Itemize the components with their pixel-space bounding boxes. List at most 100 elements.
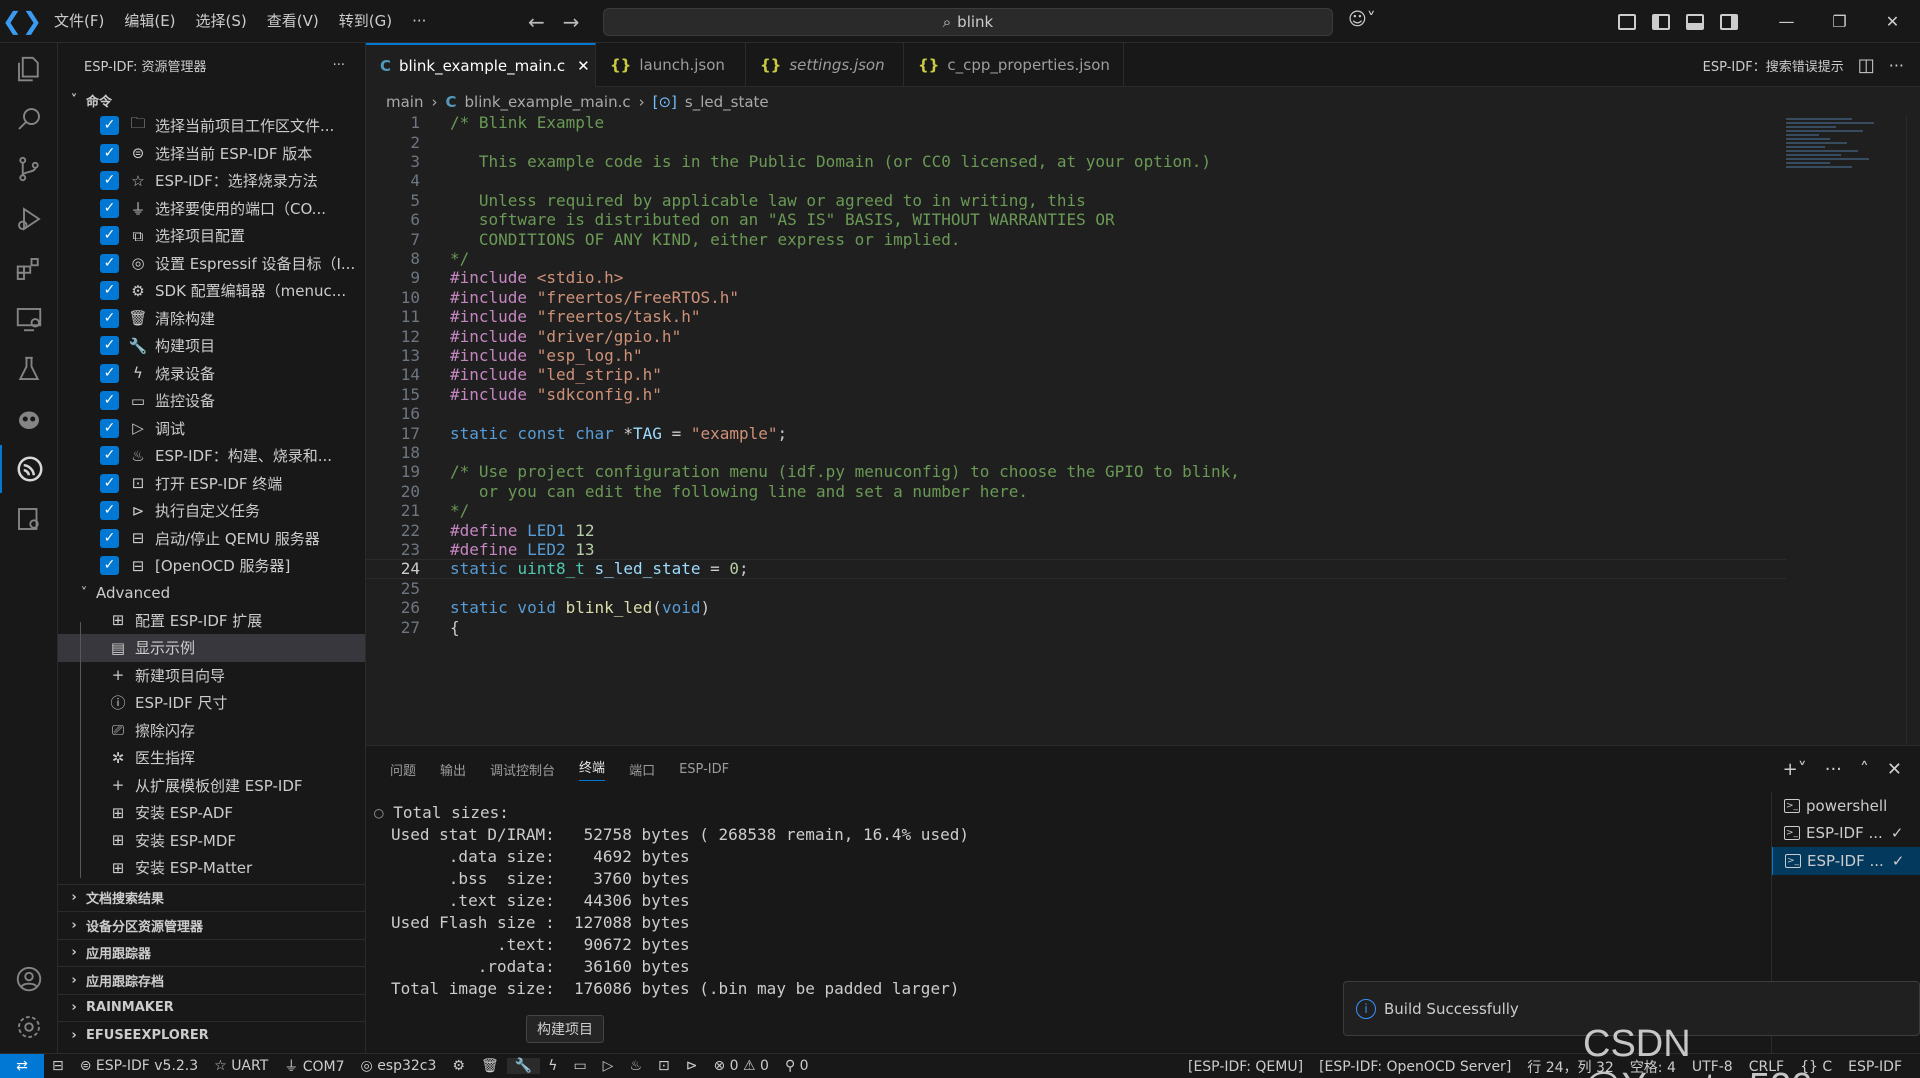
copilot-icon[interactable]: ☺˅ (1348, 9, 1376, 30)
checkbox-checked-icon[interactable]: ✓ (100, 446, 119, 466)
menu-item[interactable]: 文件(F) (44, 0, 114, 43)
remote-explorer-icon[interactable] (0, 295, 58, 343)
checkbox-checked-icon[interactable]: ✓ (100, 171, 119, 191)
checkbox-checked-icon[interactable]: ✓ (100, 143, 119, 163)
command-item[interactable]: ✓ 🗑 清除构建 (58, 305, 365, 333)
minimize-icon[interactable]: — (1760, 12, 1813, 31)
espressif-icon[interactable] (0, 445, 58, 493)
collapsed-section-header[interactable]: › EFUSEEXPLORER (58, 1021, 365, 1049)
menu-item[interactable]: ··· (402, 0, 436, 43)
search-error-hint-button[interactable]: ESP-IDF：搜索错误提示 (1703, 56, 1844, 75)
advanced-item[interactable]: ⊞ 安装 ESP-MDF (58, 827, 365, 855)
command-item[interactable]: ✓ ϟ 烧录设备 (58, 360, 365, 388)
tab-blink-example-main[interactable]: C blink_example_main.c ✕ (366, 43, 596, 87)
checkbox-checked-icon[interactable]: ✓ (100, 308, 119, 328)
problems-status[interactable]: ⊗ 0 ⚠ 0 (705, 1058, 776, 1074)
command-item[interactable]: ✓ ⊟ 启动/停止 QEMU 服务器 (58, 525, 365, 553)
command-item[interactable]: ✓ ☆ ESP-IDF：选择烧录方法 (58, 167, 365, 195)
maximize-panel-icon[interactable]: ˄ (1860, 759, 1869, 780)
more-actions-icon[interactable]: ··· (333, 58, 345, 73)
command-decoration-icon[interactable]: ○ (374, 803, 393, 822)
command-item[interactable]: ✓ ⊟ [OpenOCD 服务器] (58, 552, 365, 580)
toggle-secondary-sidebar-icon[interactable] (1720, 13, 1738, 30)
flash-status-icon[interactable]: ϟ (540, 1058, 565, 1074)
restore-icon[interactable]: ❐ (1813, 12, 1866, 31)
collapsed-section-header[interactable]: › 应用跟踪存档 (58, 966, 365, 994)
checkbox-checked-icon[interactable]: ✓ (100, 501, 119, 521)
command-item[interactable]: ✓ ⊜ 选择当前 ESP-IDF 版本 (58, 140, 365, 168)
toggle-panel-icon[interactable] (1686, 13, 1704, 30)
command-item[interactable]: ✓ ▭ 监控设备 (58, 387, 365, 415)
checkbox-checked-icon[interactable]: ✓ (100, 226, 119, 246)
alien-icon[interactable] (0, 395, 58, 443)
accounts-icon[interactable] (0, 955, 58, 1003)
breadcrumb-symbol[interactable]: s_led_state (685, 93, 769, 111)
run-debug-icon[interactable] (0, 195, 58, 243)
menu-item[interactable]: 选择(S) (186, 0, 257, 43)
checkbox-checked-icon[interactable]: ✓ (100, 528, 119, 548)
command-item[interactable]: ✓ ⧉ 选择项目配置 (58, 222, 365, 250)
advanced-item[interactable]: ⊞ 安装 ESP-ADF (58, 799, 365, 827)
custom-task-status-icon[interactable]: ⊳ (678, 1058, 706, 1074)
command-item[interactable]: ✓ ♨ ESP-IDF：构建、烧录和... (58, 442, 365, 470)
explorer-icon[interactable] (0, 45, 58, 93)
checkbox-checked-icon[interactable]: ✓ (100, 116, 119, 136)
checkbox-checked-icon[interactable]: ✓ (100, 418, 119, 438)
target-status[interactable]: ◎ esp32c3 (353, 1058, 445, 1074)
minimap[interactable] (1786, 116, 1896, 226)
breadcrumb-folder[interactable]: main (386, 93, 423, 111)
flash-method-status[interactable]: ☆ UART (206, 1058, 276, 1074)
testing-icon[interactable] (0, 345, 58, 393)
panel-tab[interactable]: 调试控制台 (490, 760, 555, 779)
terminal-instance[interactable]: >_ powershell (1772, 792, 1920, 820)
command-item[interactable]: ✓ 🔧 构建项目 (58, 332, 365, 360)
advanced-item[interactable]: ✲ 医生指挥 (58, 744, 365, 772)
checkbox-checked-icon[interactable]: ✓ (100, 253, 119, 273)
advanced-item[interactable]: ⊞ 安装 ESP-Matter (58, 854, 365, 882)
panel-tab[interactable]: 问题 (390, 760, 416, 779)
manage-gear-icon[interactable] (0, 1003, 58, 1051)
build-status-icon[interactable]: 🔧 (506, 1058, 541, 1074)
tab-launch-json[interactable]: {} launch.json (596, 43, 746, 87)
panel-tab[interactable]: 输出 (440, 760, 466, 779)
checkbox-checked-icon[interactable]: ✓ (100, 473, 119, 493)
port-status[interactable]: ⏚ COM7 (276, 1056, 352, 1076)
esp-idf-version-status[interactable]: ⊜ ESP-IDF v5.2.3 (72, 1058, 206, 1074)
command-item[interactable]: ✓ ⏚ 选择要使用的端口（CO... (58, 195, 365, 223)
command-item[interactable]: ✓ 🗀 选择当前项目工作区文件... (58, 112, 365, 140)
checkbox-checked-icon[interactable]: ✓ (100, 556, 119, 576)
terminal-instance[interactable]: >_ ESP-IDF ... ✓ (1772, 847, 1920, 875)
status-item[interactable]: [ESP-IDF: OpenOCD Server] (1311, 1059, 1519, 1075)
debug-status-icon[interactable]: ▷ (595, 1058, 622, 1074)
editor-scrollbar[interactable] (1906, 116, 1920, 744)
checkbox-checked-icon[interactable]: ✓ (100, 281, 119, 301)
extensions-activity-icon[interactable] (0, 245, 58, 293)
split-editor-icon[interactable]: ◫ (1858, 55, 1875, 76)
menu-item[interactable]: 编辑(E) (114, 0, 185, 43)
monitor-status-icon[interactable]: ▭ (565, 1058, 594, 1074)
search-activity-icon[interactable] (0, 95, 58, 143)
collapsed-section-header[interactable]: › 设备分区资源管理器 (58, 911, 365, 939)
advanced-item[interactable]: + 从扩展模板创建 ESP-IDF (58, 772, 365, 800)
close-window-icon[interactable]: ✕ (1866, 12, 1919, 31)
advanced-item[interactable]: + 新建项目向导 (58, 662, 365, 690)
breadcrumb-file[interactable]: blink_example_main.c (465, 93, 631, 111)
checkbox-checked-icon[interactable]: ✓ (100, 198, 119, 218)
panel-tab[interactable]: 终端 (579, 757, 606, 781)
advanced-item[interactable]: ⊞ 配置 ESP-IDF 扩展 (58, 607, 365, 635)
command-item[interactable]: ✓ ⚙ SDK 配置编辑器（menuc... (58, 277, 365, 305)
command-item[interactable]: ✓ ⊡ 打开 ESP-IDF 终端 (58, 470, 365, 498)
tab-c-cpp-properties-json[interactable]: {} c_cpp_properties.json (904, 43, 1124, 87)
new-terminal-icon[interactable]: +˅ (1783, 759, 1807, 780)
status-item[interactable]: [ESP-IDF: QEMU] (1180, 1059, 1311, 1075)
forward-arrow-icon[interactable]: → (563, 10, 580, 34)
command-center-search[interactable]: ⌕ blink (603, 8, 1333, 36)
back-arrow-icon[interactable]: ← (528, 10, 545, 34)
menu-item[interactable]: 转到(G) (329, 0, 402, 43)
checkbox-checked-icon[interactable]: ✓ (100, 363, 119, 383)
remote-indicator-icon[interactable]: ⇄ (0, 1053, 44, 1078)
checkbox-checked-icon[interactable]: ✓ (100, 391, 119, 411)
panel-tab[interactable]: 端口 (629, 760, 655, 779)
customize-layout-icon[interactable] (1618, 13, 1636, 30)
checkbox-checked-icon[interactable]: ✓ (100, 336, 119, 356)
